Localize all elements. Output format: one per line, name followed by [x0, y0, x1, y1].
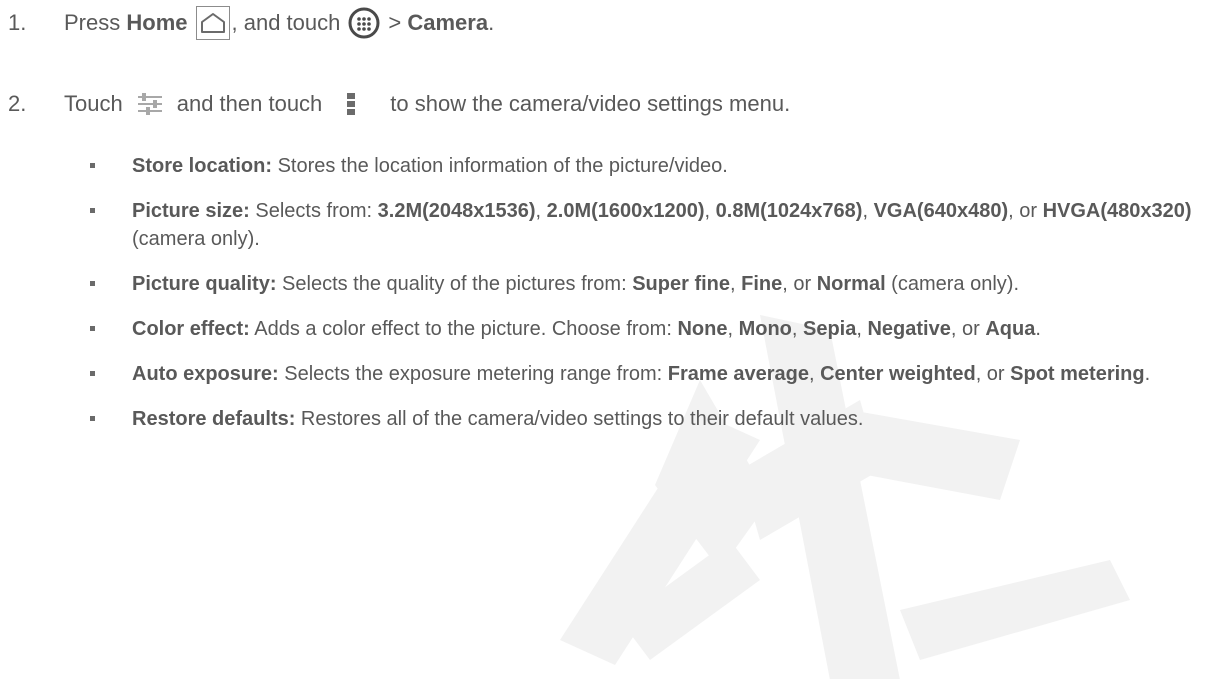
step-text: and then touch: [176, 91, 323, 116]
list-item: Picture quality: Selects the quality of …: [90, 270, 1200, 298]
settings-sliders-icon: [137, 92, 163, 116]
option: 2.0M(1600x1200): [546, 200, 705, 222]
home-label: Home: [126, 10, 188, 35]
item-text: .: [1035, 318, 1041, 340]
step-text: .: [488, 10, 495, 35]
item-text: ,: [727, 318, 739, 340]
item-text: , or: [975, 363, 1011, 385]
step-text: >: [388, 10, 402, 35]
item-text: , or: [782, 273, 817, 295]
menu-icon: [346, 92, 356, 116]
item-label: Color effect:: [132, 318, 250, 340]
list-item: Color effect: Adds a color effect to the…: [90, 315, 1200, 343]
item-text: ,: [535, 200, 547, 222]
step-number: 2.: [8, 91, 27, 116]
item-label: Auto exposure:: [132, 363, 279, 385]
option: Center weighted: [820, 363, 976, 385]
option: Negative: [867, 318, 951, 340]
step-text: , and touch: [231, 10, 341, 35]
item-text: ,: [704, 200, 716, 222]
option: 0.8M(1024x768): [715, 200, 863, 222]
apps-icon: [348, 7, 380, 39]
step-text: Touch: [64, 91, 123, 116]
list-item: Store location: Stores the location info…: [90, 152, 1200, 180]
item-label: Picture quality:: [132, 273, 277, 295]
item-label: Restore defaults:: [132, 408, 296, 430]
option: 3.2M(2048x1536): [377, 200, 536, 222]
item-text: ,: [791, 318, 803, 340]
step-1: 1. Press Home , and touch > Camera.: [8, 6, 494, 40]
option: Aqua: [985, 318, 1036, 340]
item-text: ,: [856, 318, 868, 340]
item-text: , or: [1008, 200, 1043, 222]
item-text: (camera only).: [132, 228, 260, 250]
option: VGA(640x480): [873, 200, 1009, 222]
list-item: Picture size: Selects from: 3.2M(2048x15…: [90, 197, 1200, 253]
option: Mono: [738, 318, 792, 340]
item-text: ,: [862, 200, 874, 222]
option: Fine: [741, 273, 783, 295]
item-text: Adds a color effect to the picture. Choo…: [249, 318, 678, 340]
item-text: Selects from:: [249, 200, 378, 222]
option: HVGA(480x320): [1042, 200, 1192, 222]
home-icon: [195, 6, 230, 40]
item-text: .: [1144, 363, 1151, 385]
list-item: Auto exposure: Selects the exposure mete…: [90, 360, 1200, 388]
item-text: Restores all of the camera/video setting…: [295, 408, 864, 430]
item-label: Picture size:: [132, 200, 250, 222]
settings-list: Store location: Stores the location info…: [90, 152, 1200, 450]
item-text: Selects the quality of the pictures from…: [276, 273, 633, 295]
item-text: ,: [808, 363, 821, 385]
step-text: to show the camera/video settings menu.: [390, 91, 791, 116]
option: Sepia: [803, 318, 857, 340]
option: Normal: [816, 273, 886, 295]
option: Spot metering: [1010, 363, 1145, 385]
list-item: Restore defaults: Restores all of the ca…: [90, 405, 1200, 433]
item-text: (camera only).: [885, 273, 1019, 295]
option: Super fine: [632, 273, 731, 295]
item-text: , or: [950, 318, 986, 340]
step-text: Press: [64, 10, 121, 35]
option: None: [677, 318, 728, 340]
item-text: ,: [730, 273, 742, 295]
step-number: 1.: [8, 10, 27, 35]
camera-label: Camera: [407, 10, 489, 35]
step-2: 2. Touch and then touch to show the came…: [8, 90, 790, 118]
item-text: Selects the exposure metering range from…: [278, 363, 668, 385]
item-text: Stores the location information of the p…: [272, 155, 728, 177]
option: Frame average: [667, 363, 809, 385]
item-label: Store location:: [132, 155, 273, 177]
